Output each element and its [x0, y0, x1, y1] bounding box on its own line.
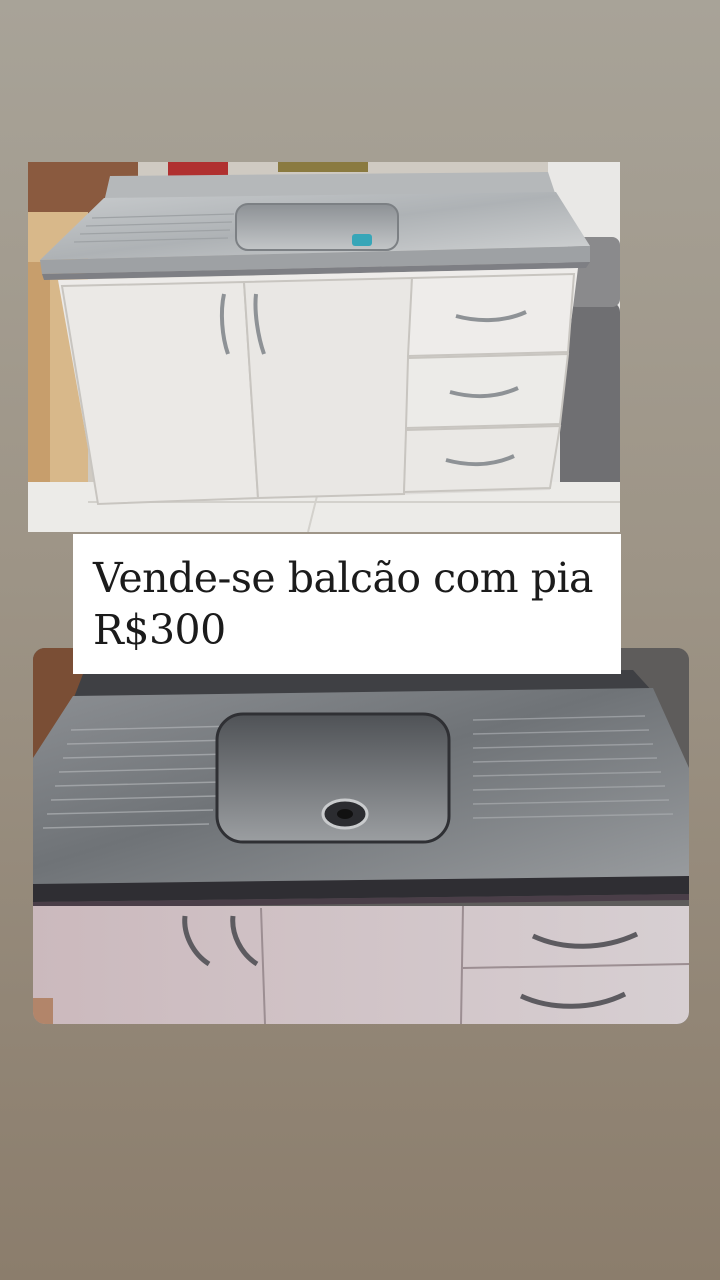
sink-cabinet-image — [28, 162, 620, 532]
photo-sink-cabinet — [28, 162, 620, 532]
caption-price: R$300 — [93, 606, 226, 654]
countertop-closeup-image — [33, 648, 689, 1024]
caption-box: Vende-se balcão com pia R$300 — [73, 534, 621, 674]
caption-title: Vende-se balcão com pia — [93, 554, 594, 602]
photo-countertop-closeup — [33, 648, 689, 1024]
